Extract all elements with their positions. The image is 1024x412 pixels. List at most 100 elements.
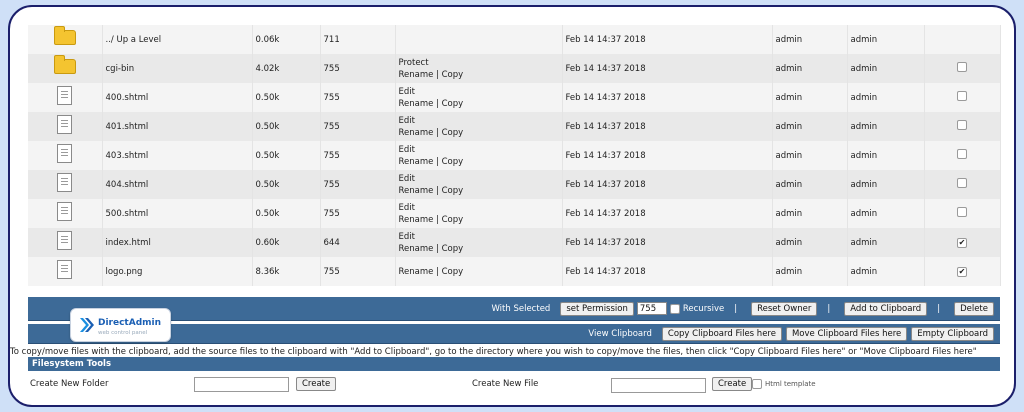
file-name[interactable]: cgi-bin [102,54,253,83]
file-icon [57,231,73,250]
file-date: Feb 14 14:37 2018 [562,83,773,112]
table-row: 403.shtml 0.50k 755 Edit Rename | Copy Fe… [28,141,1001,170]
icon-cell[interactable] [28,25,103,54]
action-links[interactable]: Edit [399,115,559,127]
table-row: 404.shtml 0.50k 755 Edit Rename | Copy Fe… [28,170,1001,199]
file-size: 0.50k [252,199,321,228]
action-links[interactable]: Rename | Copy [399,69,559,81]
recursive-checkbox[interactable] [669,303,680,314]
file-name[interactable]: 500.shtml [102,199,253,228]
file-name[interactable]: 404.shtml [102,170,253,199]
empty-clipboard-button[interactable]: Empty Clipboard [911,326,994,341]
file-permission[interactable]: 755 [320,257,396,286]
action-links[interactable]: Rename | Copy [399,185,559,197]
select-checkbox[interactable] [957,119,967,130]
file-date: Feb 14 14:37 2018 [562,257,773,286]
file-permission[interactable]: 755 [320,199,396,228]
file-permission[interactable]: 711 [320,25,396,54]
table-row: logo.png 8.36k 755 Rename | Copy Feb 14 … [28,257,1001,286]
filesystem-tools-header: Filesystem Tools [28,357,1000,371]
action-links[interactable]: Rename | Copy [399,156,559,168]
file-name[interactable]: 400.shtml [102,83,253,112]
action-links[interactable]: Edit [399,86,559,98]
action-links[interactable]: Rename | Copy [399,127,559,139]
action-links[interactable]: Protect [399,57,559,69]
file-permission[interactable]: 755 [320,170,396,199]
add-to-clipboard-button[interactable]: Add to Clipboard [844,301,928,316]
action-links[interactable]: Rename | Copy [399,243,559,255]
icon-cell[interactable] [28,141,103,170]
file-owner: admin [772,54,848,83]
separator: | [937,303,941,314]
delete-button[interactable]: Delete [954,301,994,316]
file-icon [57,173,73,192]
icon-cell[interactable] [28,199,103,228]
file-name[interactable]: 403.shtml [102,141,253,170]
select-cell [924,25,1001,54]
table-row: 400.shtml 0.50k 755 Edit Rename | Copy Fe… [28,83,1001,112]
select-cell: ✔ [924,228,1001,257]
icon-cell[interactable] [28,112,103,141]
action-links[interactable]: Edit [399,144,559,156]
icon-cell[interactable] [28,257,103,286]
action-links[interactable]: Rename | Copy [399,266,559,278]
file-name[interactable]: 401.shtml [102,112,253,141]
file-group: admin [847,257,925,286]
file-permission[interactable]: 755 [320,112,396,141]
with-selected-label: With Selected [491,303,551,314]
file-group: admin [847,199,925,228]
file-owner: admin [772,228,848,257]
table-row: 401.shtml 0.50k 755 Edit Rename | Copy Fe… [28,112,1001,141]
select-cell [924,141,1001,170]
view-clipboard-link[interactable]: View Clipboard [588,329,651,339]
logo-name: DirectAdmin [98,318,162,328]
action-links[interactable]: Edit [399,173,559,185]
permission-input[interactable] [636,302,667,315]
table-row: 500.shtml 0.50k 755 Edit Rename | Copy Fe… [28,199,1001,228]
file-permission[interactable]: 755 [320,54,396,83]
select-checkbox[interactable]: ✔ [957,237,967,248]
file-name[interactable]: index.html [102,228,253,257]
select-checkbox[interactable] [957,206,967,217]
file-actions: Edit Rename | Copy [395,228,563,257]
select-checkbox[interactable] [957,177,967,188]
select-checkbox[interactable] [957,61,967,72]
action-links[interactable]: Edit [399,202,559,214]
create-folder-button[interactable]: Create [296,377,337,391]
icon-cell[interactable] [28,54,103,83]
action-links[interactable]: Edit [399,231,559,243]
file-name[interactable]: ../ Up a Level [102,25,253,54]
icon-cell[interactable] [28,170,103,199]
new-file-input[interactable] [611,378,706,393]
action-links[interactable]: Rename | Copy [399,98,559,110]
table-row: cgi-bin 4.02k 755 Protect Rename | Copy F… [28,54,1001,83]
select-checkbox[interactable] [957,148,967,159]
file-date: Feb 14 14:37 2018 [562,228,773,257]
file-permission[interactable]: 755 [320,83,396,112]
icon-cell[interactable] [28,83,103,112]
create-file-button[interactable]: Create [712,377,753,391]
file-actions: Edit Rename | Copy [395,199,563,228]
file-owner: admin [772,170,848,199]
clipboard-hint: To copy/move files with the clipboard, a… [10,347,977,357]
file-table: ../ Up a Level 0.06k 711 Feb 14 14:37 20… [28,25,1001,286]
copy-clipboard-button[interactable]: Copy Clipboard Files here [661,326,782,341]
select-checkbox[interactable]: ✔ [957,266,967,277]
file-permission[interactable]: 755 [320,141,396,170]
clipboard-bar: View Clipboard Copy Clipboard Files here… [28,324,1000,344]
new-folder-input[interactable] [194,377,289,392]
move-clipboard-button[interactable]: Move Clipboard Files here [785,326,908,341]
html-template-checkbox[interactable] [752,379,762,389]
set-permission-button[interactable]: set Permission [560,301,634,316]
window-frame: ../ Up a Level 0.06k 711 Feb 14 14:37 20… [8,5,1016,407]
action-links[interactable]: Rename | Copy [399,214,559,226]
file-actions: Rename | Copy [395,257,563,286]
reset-owner-button[interactable]: Reset Owner [751,301,818,316]
file-date: Feb 14 14:37 2018 [562,54,773,83]
select-cell [924,112,1001,141]
file-group: admin [847,83,925,112]
icon-cell[interactable] [28,228,103,257]
file-permission[interactable]: 644 [320,228,396,257]
file-name[interactable]: logo.png [102,257,253,286]
select-checkbox[interactable] [957,90,967,101]
